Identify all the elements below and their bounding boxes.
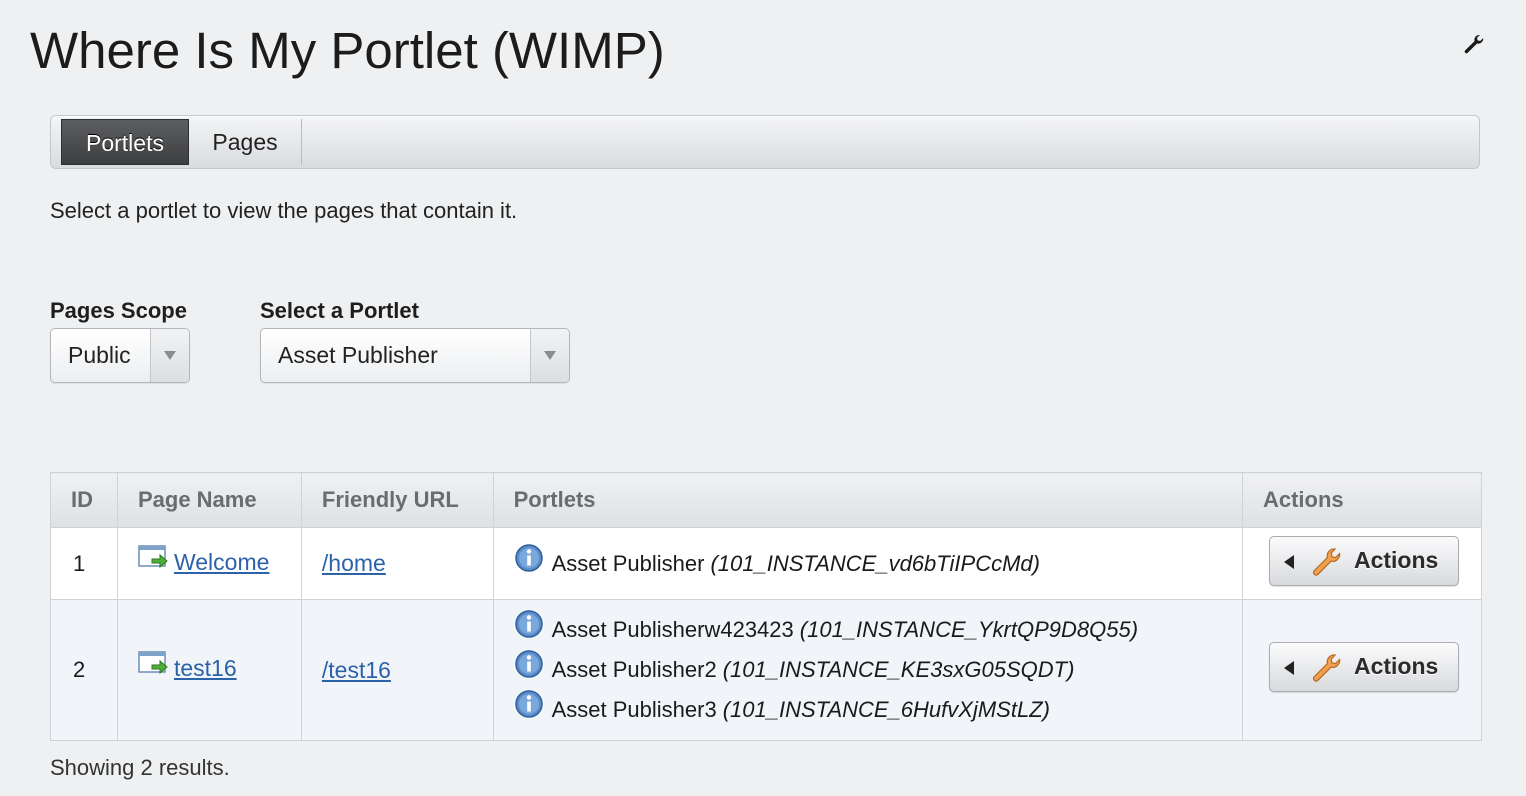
page-name-cell: test16 xyxy=(116,599,302,741)
portlet-entry: Asset Publisherw423423 (101_INSTANCE_Ykr… xyxy=(514,610,1222,650)
portlet-title: Where Is My Portlet (WIMP) xyxy=(30,22,665,79)
portlet-instance-id: (101_INSTANCE_YkrtQP9D8Q55) xyxy=(799,617,1139,642)
header-portlets: Portlets xyxy=(492,472,1243,528)
portlet-instance-id: (101_INSTANCE_6HufvXjMStLZ) xyxy=(722,697,1050,722)
tab-bar: Portlets Pages xyxy=(50,115,1480,169)
select-portlet-select[interactable]: Asset Publisher xyxy=(260,328,570,383)
portlet-instance-id: (101_INSTANCE_KE3sxG05SQDT) xyxy=(722,657,1075,682)
portlets-cell: Asset Publisherw423423 (101_INSTANCE_Ykr… xyxy=(492,599,1243,741)
info-icon xyxy=(514,543,543,572)
page-link-welcome[interactable]: Welcome xyxy=(174,549,269,576)
actions-button[interactable]: Actions xyxy=(1268,642,1459,692)
select-portlet-value: Asset Publisher xyxy=(278,342,438,368)
page-link-test16[interactable]: test16 xyxy=(174,655,237,682)
caret-left-icon xyxy=(1283,554,1294,569)
row-id: 1 xyxy=(50,527,118,600)
page-name-cell: Welcome xyxy=(116,527,302,600)
page-icon xyxy=(138,544,168,568)
pages-scope-select[interactable]: Public xyxy=(50,328,190,383)
header-actions: Actions xyxy=(1241,472,1483,528)
page-icon xyxy=(138,651,168,675)
table-row: 1 Welcome /home Asset Publisher (101_INS… xyxy=(50,527,1483,600)
actions-label: Actions xyxy=(1353,653,1439,679)
portlet-entry: Asset Publisher3 (101_INSTANCE_6HufvXjMS… xyxy=(514,690,1222,730)
chevron-down-icon xyxy=(164,351,176,360)
info-icon xyxy=(514,650,543,678)
actions-cell: Actions xyxy=(1241,527,1483,600)
info-icon xyxy=(514,690,543,718)
friendly-url-cell: /home xyxy=(300,527,494,600)
header-friendly-url: Friendly URL xyxy=(300,472,494,528)
dropdown-arrow-box xyxy=(150,329,189,382)
wrench-icon[interactable] xyxy=(1460,32,1486,56)
portlet-name: Asset Publisher3 xyxy=(551,697,717,722)
select-portlet-label: Select a Portlet xyxy=(260,298,419,323)
pages-scope-value: Public xyxy=(68,342,131,368)
portlet-entry: Asset Publisher (101_INSTANCE_vd6bTiIPCc… xyxy=(514,543,1222,584)
portlet-instance-id: (101_INSTANCE_vd6bTiIPCcMd) xyxy=(710,550,1040,576)
actions-button[interactable]: Actions xyxy=(1268,535,1459,586)
actions-cell: Actions xyxy=(1241,599,1483,741)
friendly-url-cell: /test16 xyxy=(300,599,494,741)
chevron-down-icon xyxy=(544,351,556,360)
results-count: Showing 2 results. xyxy=(50,755,230,780)
tab-pages[interactable]: Pages xyxy=(189,119,302,165)
dropdown-arrow-box xyxy=(530,329,569,382)
row-id: 2 xyxy=(50,599,118,741)
header-page-name: Page Name xyxy=(116,472,302,528)
table-header-row: ID Page Name Friendly URL Portlets Actio… xyxy=(50,472,1483,528)
wrench-icon xyxy=(1312,654,1341,682)
header-id: ID xyxy=(50,472,118,528)
friendly-url-link[interactable]: /home xyxy=(322,550,386,576)
table-row: 2 test16 /test16 Asset Publisherw423423 … xyxy=(50,599,1483,741)
portlet-entry: Asset Publisher2 (101_INSTANCE_KE3sxG05S… xyxy=(514,650,1222,690)
caret-left-icon xyxy=(1283,661,1294,675)
results-table: ID Page Name Friendly URL Portlets Actio… xyxy=(50,472,1483,741)
info-icon xyxy=(514,610,543,638)
portlets-cell: Asset Publisher (101_INSTANCE_vd6bTiIPCc… xyxy=(492,527,1243,600)
portlet-name: Asset Publisher xyxy=(551,550,705,576)
friendly-url-link[interactable]: /test16 xyxy=(322,657,391,683)
portlet-name: Asset Publisher2 xyxy=(551,657,717,682)
intro-text: Select a portlet to view the pages that … xyxy=(50,198,518,223)
portlet-name: Asset Publisherw423423 xyxy=(551,617,794,642)
wrench-icon xyxy=(1312,547,1341,576)
pages-scope-label: Pages Scope xyxy=(50,298,187,323)
tab-portlets[interactable]: Portlets xyxy=(61,119,189,165)
actions-label: Actions xyxy=(1353,546,1439,573)
